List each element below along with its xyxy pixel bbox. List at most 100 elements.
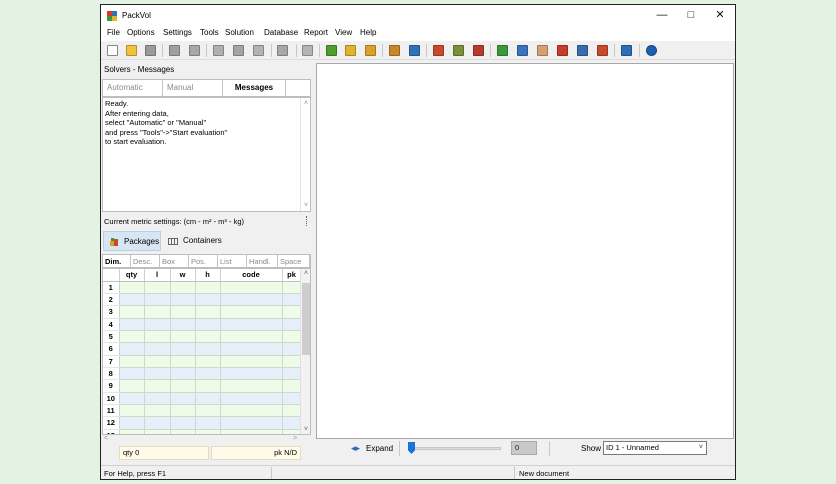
layout-icon[interactable] <box>621 45 632 56</box>
close-button[interactable]: ✕ <box>705 5 735 26</box>
grid-cell[interactable] <box>282 281 302 294</box>
grid-cell[interactable] <box>170 404 196 418</box>
grid-cell[interactable] <box>170 379 196 393</box>
grid-scrollbar[interactable]: ˄ ˅ <box>300 269 310 434</box>
grid-cell[interactable] <box>144 416 171 430</box>
grid-cell[interactable] <box>119 355 145 368</box>
grid-cell[interactable] <box>195 379 221 393</box>
new-document-icon[interactable] <box>107 45 118 56</box>
grid-cell[interactable] <box>170 416 196 430</box>
grid-cell[interactable] <box>282 330 302 344</box>
stack-icon[interactable] <box>473 45 484 56</box>
export-icon[interactable] <box>326 45 337 56</box>
grid-cell[interactable] <box>195 404 221 418</box>
grid-cell[interactable] <box>220 392 283 405</box>
grid-cell[interactable] <box>119 342 145 356</box>
row-number[interactable]: 12 <box>103 416 120 430</box>
menu-options[interactable]: Options <box>127 28 155 37</box>
tab-messages[interactable]: Messages <box>223 80 286 96</box>
subtab-pos[interactable]: Pos. <box>189 255 218 268</box>
grid-cell[interactable] <box>282 379 302 393</box>
grid-cell[interactable] <box>119 392 145 405</box>
grid-scroll-down-icon[interactable]: ˅ <box>302 426 310 433</box>
grid-cell[interactable] <box>195 416 221 430</box>
edit-note-icon[interactable] <box>345 45 356 56</box>
grid-cell[interactable] <box>144 392 171 405</box>
grid-cell[interactable] <box>119 305 145 319</box>
column-header-l[interactable]: l <box>144 269 171 282</box>
panel-grip-handle[interactable] <box>306 216 308 226</box>
menu-file[interactable]: File <box>107 28 120 37</box>
grid-cell[interactable] <box>144 404 171 418</box>
grid-cell[interactable] <box>119 367 145 381</box>
grid-cell[interactable] <box>144 293 171 307</box>
grid-cell[interactable] <box>119 416 145 430</box>
grid-cell[interactable] <box>282 392 302 405</box>
scroll-left-icon[interactable]: < <box>104 435 108 442</box>
grid-cell[interactable] <box>144 305 171 319</box>
grid-cell[interactable] <box>170 281 196 294</box>
grid-cell[interactable] <box>119 330 145 344</box>
row-number[interactable]: 1 <box>103 281 120 294</box>
grid-cell[interactable] <box>195 367 221 381</box>
grid-cell[interactable] <box>170 392 196 405</box>
grid-cell[interactable] <box>144 342 171 356</box>
grid-cell[interactable] <box>144 318 171 331</box>
menu-tools[interactable]: Tools <box>200 28 219 37</box>
subtab-list[interactable]: List <box>218 255 247 268</box>
grid-cell[interactable] <box>282 293 302 307</box>
grid-cell[interactable] <box>195 342 221 356</box>
row-number[interactable]: 5 <box>103 330 120 344</box>
grid-cell[interactable] <box>119 379 145 393</box>
row-number[interactable]: 7 <box>103 355 120 368</box>
column-header-w[interactable]: w <box>170 269 196 282</box>
grid-cell[interactable] <box>195 305 221 319</box>
grid-cell[interactable] <box>170 342 196 356</box>
messages-scrollbar[interactable]: ˄ ˅ <box>300 98 310 211</box>
grid-cell[interactable] <box>144 281 171 294</box>
menu-settings[interactable]: Settings <box>163 28 192 37</box>
step-slider-track[interactable] <box>409 447 501 450</box>
grid-cell[interactable] <box>220 318 283 331</box>
grid-cell[interactable] <box>144 379 171 393</box>
grid-cell[interactable] <box>195 281 221 294</box>
grid-cell[interactable] <box>282 305 302 319</box>
container-icon[interactable] <box>389 45 400 56</box>
align-dropdown-icon[interactable] <box>277 45 288 56</box>
row-number[interactable]: 6 <box>103 342 120 356</box>
grid-scroll-thumb[interactable] <box>302 283 310 355</box>
tab-containers[interactable]: Containers <box>163 231 223 251</box>
delete-icon[interactable] <box>233 45 244 56</box>
grid-cell[interactable] <box>220 293 283 307</box>
grid-cell[interactable] <box>220 305 283 319</box>
help-icon[interactable] <box>646 45 657 56</box>
row-number[interactable]: 2 <box>103 293 120 307</box>
grid-cell[interactable] <box>220 404 283 418</box>
row-number[interactable]: 3 <box>103 305 120 319</box>
database-icon[interactable] <box>409 45 420 56</box>
tab-manual[interactable]: Manual <box>163 80 223 96</box>
subtab-space[interactable]: Space <box>278 255 310 268</box>
tab-packages[interactable]: Packages <box>103 231 161 251</box>
grid-cell[interactable] <box>282 355 302 368</box>
save-icon[interactable] <box>145 45 156 56</box>
menu-view[interactable]: View <box>335 28 352 37</box>
grid-cell[interactable] <box>220 416 283 430</box>
grid-cell[interactable] <box>195 293 221 307</box>
grid-cell[interactable] <box>220 367 283 381</box>
load-plan-icon[interactable] <box>433 45 444 56</box>
menu-solution[interactable]: Solution <box>225 28 254 37</box>
subtab-desc[interactable]: Desc. <box>131 255 160 268</box>
grid-scroll-up-icon[interactable]: ˄ <box>302 270 310 277</box>
grid-icon[interactable] <box>517 45 528 56</box>
subtab-handl[interactable]: Handl. <box>247 255 278 268</box>
grid-cell[interactable] <box>282 318 302 331</box>
row-number[interactable]: 9 <box>103 379 120 393</box>
grid-cell[interactable] <box>195 355 221 368</box>
tab-automatic[interactable]: Automatic <box>103 80 163 96</box>
report-icon[interactable] <box>597 45 608 56</box>
grid-cell[interactable] <box>195 392 221 405</box>
person-dropdown-icon[interactable] <box>577 45 588 56</box>
grid-cell[interactable] <box>282 367 302 381</box>
grid-cell[interactable] <box>220 379 283 393</box>
